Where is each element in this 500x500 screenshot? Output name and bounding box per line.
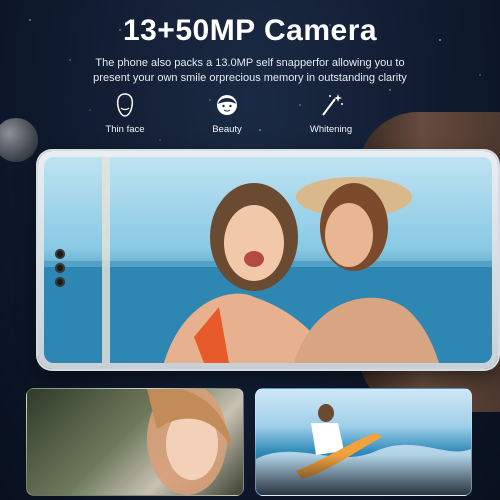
front-camera-lens (55, 263, 65, 273)
feature-label: Whitening (309, 124, 353, 135)
city-skyline-shadow (256, 455, 471, 495)
feature-label: Thin face (105, 124, 145, 135)
magic-wand-icon (322, 94, 343, 116)
subtitle-line-1: The phone also packs a 13.0MP self snapp… (95, 57, 405, 69)
face-outline-icon (116, 93, 134, 117)
sample-photo-surfer (255, 388, 472, 496)
front-camera-lens (55, 249, 65, 259)
feature-label: Beauty (212, 124, 242, 135)
beauty-face-icon (217, 95, 237, 115)
feature-whitening: Whitening (286, 92, 376, 135)
sample-photo-portrait (26, 388, 244, 496)
selfie-illustration (44, 157, 492, 363)
subtitle-line-2: present your own smile orprecious memory… (93, 72, 407, 84)
feature-thin-face: Thin face (80, 92, 170, 135)
feature-beauty: Beauty (182, 92, 272, 135)
front-camera-lens (55, 277, 65, 287)
phone-device (38, 151, 498, 369)
portrait-illustration (147, 389, 232, 495)
page-subtitle: The phone also packs a 13.0MP self snapp… (40, 56, 460, 86)
phone-screen-photo (44, 157, 492, 363)
page-title: 13+50MP Camera (122, 14, 378, 47)
